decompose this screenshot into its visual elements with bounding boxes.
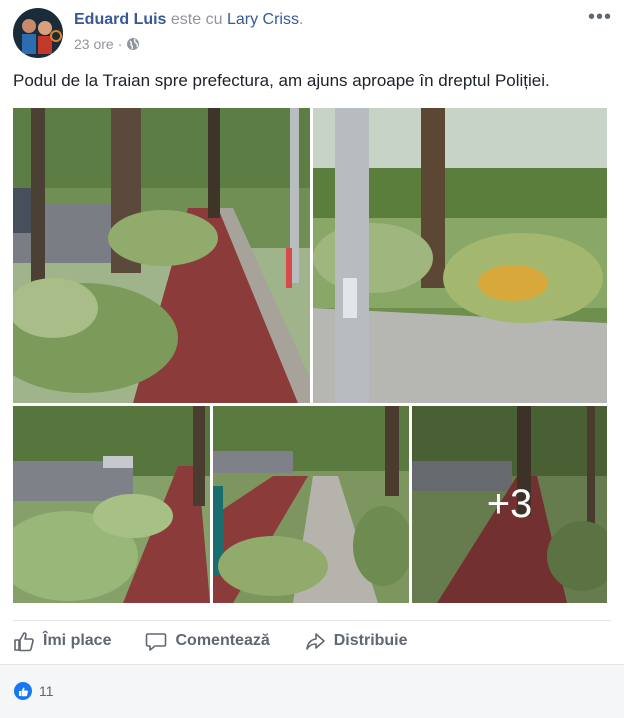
thumbs-up-icon <box>14 632 34 652</box>
tagged-user[interactable]: Lary Criss <box>227 11 299 28</box>
with-text: este cu <box>170 11 223 28</box>
post-time[interactable]: 23 ore <box>74 36 114 52</box>
like-label: Îmi place <box>43 632 112 649</box>
photo-3[interactable] <box>13 406 210 603</box>
author-name[interactable]: Eduard Luis <box>74 11 166 28</box>
like-reaction-icon[interactable] <box>14 682 32 700</box>
more-options-icon[interactable]: ••• <box>588 6 612 29</box>
post-header: Eduard Luis este cu Lary Criss. 23 ore ·… <box>0 0 624 62</box>
reactions-bar: 11 <box>0 664 624 718</box>
action-bar: Îmi place Comentează Distribuie <box>13 623 611 659</box>
photo-5[interactable]: +3 <box>412 406 607 603</box>
period: . <box>298 11 304 28</box>
post-meta: 23 ore · <box>74 36 140 52</box>
photo-1[interactable] <box>13 108 310 403</box>
photo-2[interactable] <box>313 108 607 403</box>
meta-separator: · <box>117 36 123 52</box>
share-button[interactable]: Distribuie <box>304 630 408 652</box>
photo-4[interactable] <box>213 406 409 603</box>
reaction-count[interactable]: 11 <box>39 683 54 699</box>
share-arrow-icon <box>305 633 325 650</box>
globe-icon[interactable] <box>126 37 140 51</box>
comment-bubble-icon <box>146 633 167 651</box>
avatar[interactable] <box>13 8 63 58</box>
author-line: Eduard Luis este cu Lary Criss. <box>74 11 303 29</box>
comment-button[interactable]: Comentează <box>145 630 270 652</box>
more-photos-count[interactable]: +3 <box>412 406 607 603</box>
post-text: Podul de la Traian spre prefectura, am a… <box>13 71 550 90</box>
share-label: Distribuie <box>333 632 408 649</box>
comment-label: Comentează <box>175 632 270 649</box>
like-button[interactable]: Îmi place <box>13 630 111 652</box>
actions-top-divider <box>13 620 611 621</box>
